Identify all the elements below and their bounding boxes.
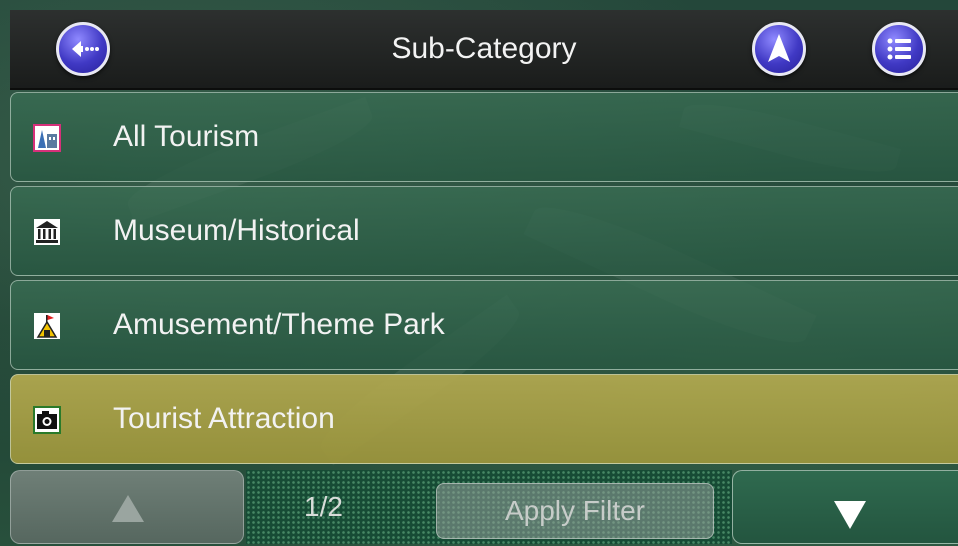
page-title: Sub-Category bbox=[391, 32, 577, 65]
tourism-icon bbox=[33, 124, 61, 152]
page-indicator: 1/2 bbox=[304, 491, 343, 522]
navigation-arrow-icon bbox=[768, 34, 790, 62]
list-item-label: Museum/Historical bbox=[113, 214, 360, 247]
arrow-up-icon bbox=[112, 495, 144, 522]
list-menu-icon bbox=[887, 38, 911, 60]
list-item-museum-historical[interactable]: Museum/Historical bbox=[10, 186, 958, 276]
header-bar: Sub-Category bbox=[10, 10, 958, 90]
back-button[interactable] bbox=[56, 22, 110, 76]
list-item-tourist-attraction[interactable]: Tourist Attraction bbox=[10, 374, 958, 464]
apply-filter-button[interactable]: Apply Filter bbox=[436, 483, 714, 539]
list-item-label: Amusement/Theme Park bbox=[113, 308, 445, 341]
page-down-button[interactable] bbox=[732, 470, 958, 544]
list-item-all-tourism[interactable]: All Tourism bbox=[10, 92, 958, 182]
arrow-down-icon bbox=[834, 501, 866, 529]
footer-bar: 1/2 Apply Filter bbox=[10, 468, 958, 546]
list-item-amusement-theme-park[interactable]: Amusement/Theme Park bbox=[10, 280, 958, 370]
sub-category-list: All Tourism Museum/Historical Amusement/… bbox=[10, 92, 958, 468]
menu-button[interactable] bbox=[872, 22, 926, 76]
back-arrow-icon bbox=[72, 41, 99, 57]
list-item-label: Tourist Attraction bbox=[113, 402, 335, 435]
camera-icon bbox=[33, 406, 61, 434]
navigate-button[interactable] bbox=[752, 22, 806, 76]
app-window: Sub-Category All Tourism Museum/Historic… bbox=[0, 0, 958, 546]
amusement-park-icon bbox=[34, 313, 60, 339]
pagination-area: 1/2 Apply Filter bbox=[246, 470, 732, 544]
museum-icon bbox=[34, 219, 60, 245]
page-up-button[interactable] bbox=[10, 470, 244, 544]
list-item-label: All Tourism bbox=[113, 120, 260, 153]
